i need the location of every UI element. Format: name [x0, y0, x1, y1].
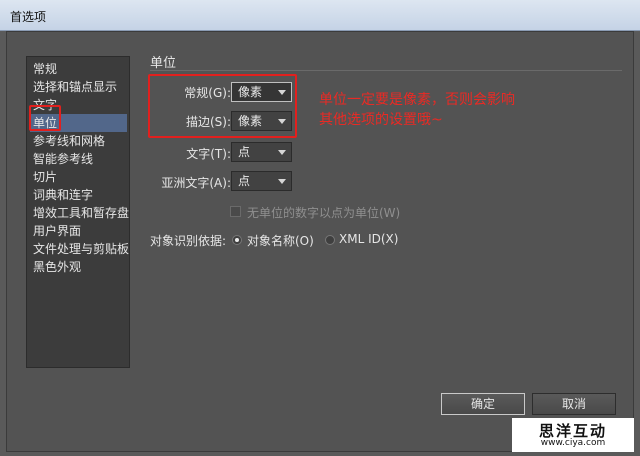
asian-type-units-label: 亚洲文字(A):	[161, 176, 231, 190]
sidebar-item-slices[interactable]: 切片	[30, 168, 127, 186]
type-units-dropdown[interactable]: 点	[231, 142, 292, 162]
units-dropdowns-highlight-box	[148, 74, 297, 138]
annotation-line-2: 其他选项的设置哦~	[319, 112, 443, 128]
radio-object-name-label: 对象名称(O)	[247, 234, 314, 248]
ok-button[interactable]: 确定	[441, 393, 525, 415]
section-title: 单位	[150, 56, 177, 71]
watermark-url: www.ciya.com	[540, 438, 606, 448]
sidebar-item-file-handling-clipboard[interactable]: 文件处理与剪贴板	[30, 240, 129, 258]
chevron-down-icon	[278, 179, 286, 184]
annotation-line-1: 单位一定要是像素，否则会影响	[319, 92, 515, 108]
unitless-numbers-checkbox[interactable]	[230, 206, 241, 217]
section-divider	[150, 70, 622, 71]
sidebar-item-appearance-of-black[interactable]: 黑色外观	[30, 258, 127, 276]
sidebar-item-general[interactable]: 常规	[30, 60, 127, 78]
unitless-numbers-label: 无单位的数字以点为单位(W)	[247, 206, 401, 220]
identify-object-by-label: 对象识别依据:	[150, 234, 227, 248]
sidebar-item-hyphenation[interactable]: 词典和连字	[30, 186, 127, 204]
sidebar-item-user-interface[interactable]: 用户界面	[30, 222, 127, 240]
cancel-button[interactable]: 取消	[532, 393, 616, 415]
annotation-note: 单位一定要是像素，否则会影响 其他选项的设置哦~	[319, 90, 549, 130]
sidebar-item-plugins-scratch-disks[interactable]: 增效工具和暂存盘	[30, 204, 129, 222]
sidebar-item-smart-guides[interactable]: 智能参考线	[30, 150, 127, 168]
sidebar-item-selection-anchor-display[interactable]: 选择和锚点显示	[30, 78, 127, 96]
radio-xml-id[interactable]	[325, 235, 335, 245]
sidebar-item-guides-grid[interactable]: 参考线和网格	[30, 132, 127, 150]
radio-object-name[interactable]	[232, 235, 242, 245]
type-units-label: 文字(T):	[186, 147, 231, 161]
window-title-bar[interactable]: 首选项	[0, 0, 640, 31]
sidebar-units-highlight-box	[29, 105, 61, 131]
watermark-logo: 思洋互动 www.ciya.com	[512, 418, 634, 452]
preferences-category-list: 常规 选择和锚点显示 文字 单位 参考线和网格 智能参考线 切片 词典和连字 增…	[26, 56, 130, 368]
type-units-value: 点	[238, 145, 251, 159]
window-title: 首选项	[10, 10, 47, 24]
radio-xml-id-label: XML ID(X)	[339, 232, 399, 246]
asian-type-units-dropdown[interactable]: 点	[231, 171, 292, 191]
preferences-dialog: 常规 选择和锚点显示 文字 单位 参考线和网格 智能参考线 切片 词典和连字 增…	[6, 31, 634, 452]
asian-type-units-value: 点	[238, 174, 251, 188]
chevron-down-icon	[278, 150, 286, 155]
